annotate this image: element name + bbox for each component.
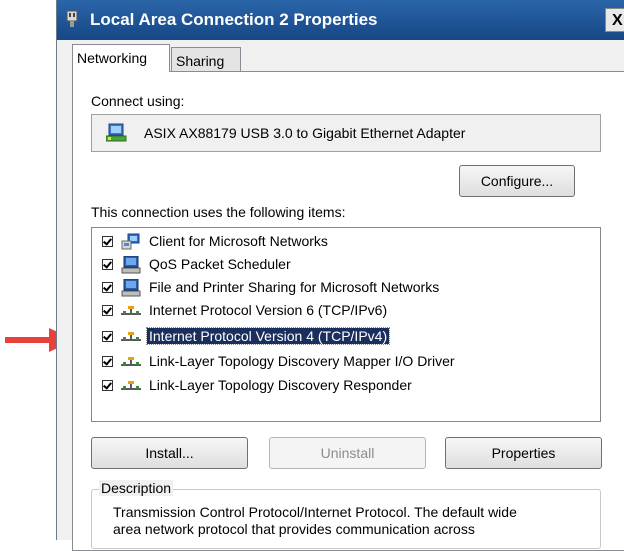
- description-legend: Description: [99, 480, 174, 496]
- item-label: Internet Protocol Version 4 (TCP/IPv4): [145, 327, 391, 345]
- protocol-icon: [121, 332, 141, 341]
- checkbox[interactable]: [102, 236, 113, 247]
- install-button[interactable]: Install...: [91, 437, 248, 469]
- list-item[interactable]: QoS Packet Scheduler: [92, 254, 592, 276]
- connect-using-label: Connect using:: [91, 93, 185, 109]
- computer-service-icon: [121, 256, 141, 274]
- uninstall-button[interactable]: Uninstall: [269, 437, 426, 469]
- item-label: QoS Packet Scheduler: [149, 256, 291, 272]
- list-item[interactable]: Internet Protocol Version 6 (TCP/IPv6): [92, 300, 592, 322]
- protocol-icon: [121, 357, 141, 366]
- item-label: File and Printer Sharing for Microsoft N…: [149, 279, 440, 295]
- adapter-name: ASIX AX88179 USB 3.0 to Gigabit Ethernet…: [144, 125, 466, 141]
- configure-button[interactable]: Configure...: [459, 165, 575, 197]
- protocol-icon: [121, 306, 141, 315]
- computer-service-icon: [121, 279, 141, 297]
- list-item-selected[interactable]: Internet Protocol Version 4 (TCP/IPv4): [92, 326, 592, 348]
- items-listbox[interactable]: Client for Microsoft Networks QoS Packet…: [91, 227, 601, 422]
- network-adapter-icon: [106, 123, 127, 142]
- tab-sharing[interactable]: Sharing: [171, 47, 241, 73]
- item-label: Client for Microsoft Networks: [149, 233, 328, 249]
- network-adapter-icon: [66, 10, 78, 27]
- window-title: Local Area Connection 2 Properties: [90, 10, 378, 29]
- close-button[interactable]: X: [605, 8, 624, 32]
- adapter-field: ASIX AX88179 USB 3.0 to Gigabit Ethernet…: [91, 114, 601, 152]
- tab-networking[interactable]: Networking: [72, 44, 170, 72]
- list-item[interactable]: Link-Layer Topology Discovery Responder: [92, 375, 592, 397]
- item-label: Link-Layer Topology Discovery Responder: [149, 377, 412, 393]
- list-item[interactable]: Client for Microsoft Networks: [92, 231, 592, 253]
- item-label: Internet Protocol Version 6 (TCP/IPv6): [149, 302, 388, 318]
- list-item[interactable]: Link-Layer Topology Discovery Mapper I/O…: [92, 351, 592, 373]
- description-line: area network protocol that provides comm…: [113, 521, 475, 537]
- protocol-icon: [121, 381, 141, 390]
- description-line: Transmission Control Protocol/Internet P…: [113, 504, 517, 520]
- checkbox[interactable]: [102, 259, 113, 270]
- list-item[interactable]: File and Printer Sharing for Microsoft N…: [92, 277, 592, 299]
- checkbox[interactable]: [102, 305, 113, 316]
- items-section-label: This connection uses the following items…: [91, 204, 346, 220]
- checkbox[interactable]: [102, 356, 113, 367]
- checkbox[interactable]: [102, 331, 113, 342]
- title-bar[interactable]: Local Area Connection 2 Properties X: [57, 0, 624, 40]
- network-client-icon: [121, 233, 140, 250]
- properties-button[interactable]: Properties: [445, 437, 602, 469]
- item-label: Link-Layer Topology Discovery Mapper I/O…: [149, 353, 455, 369]
- description-text: Transmission Control Protocol/Internet P…: [113, 504, 583, 538]
- checkbox[interactable]: [102, 282, 113, 293]
- checkbox[interactable]: [102, 380, 113, 391]
